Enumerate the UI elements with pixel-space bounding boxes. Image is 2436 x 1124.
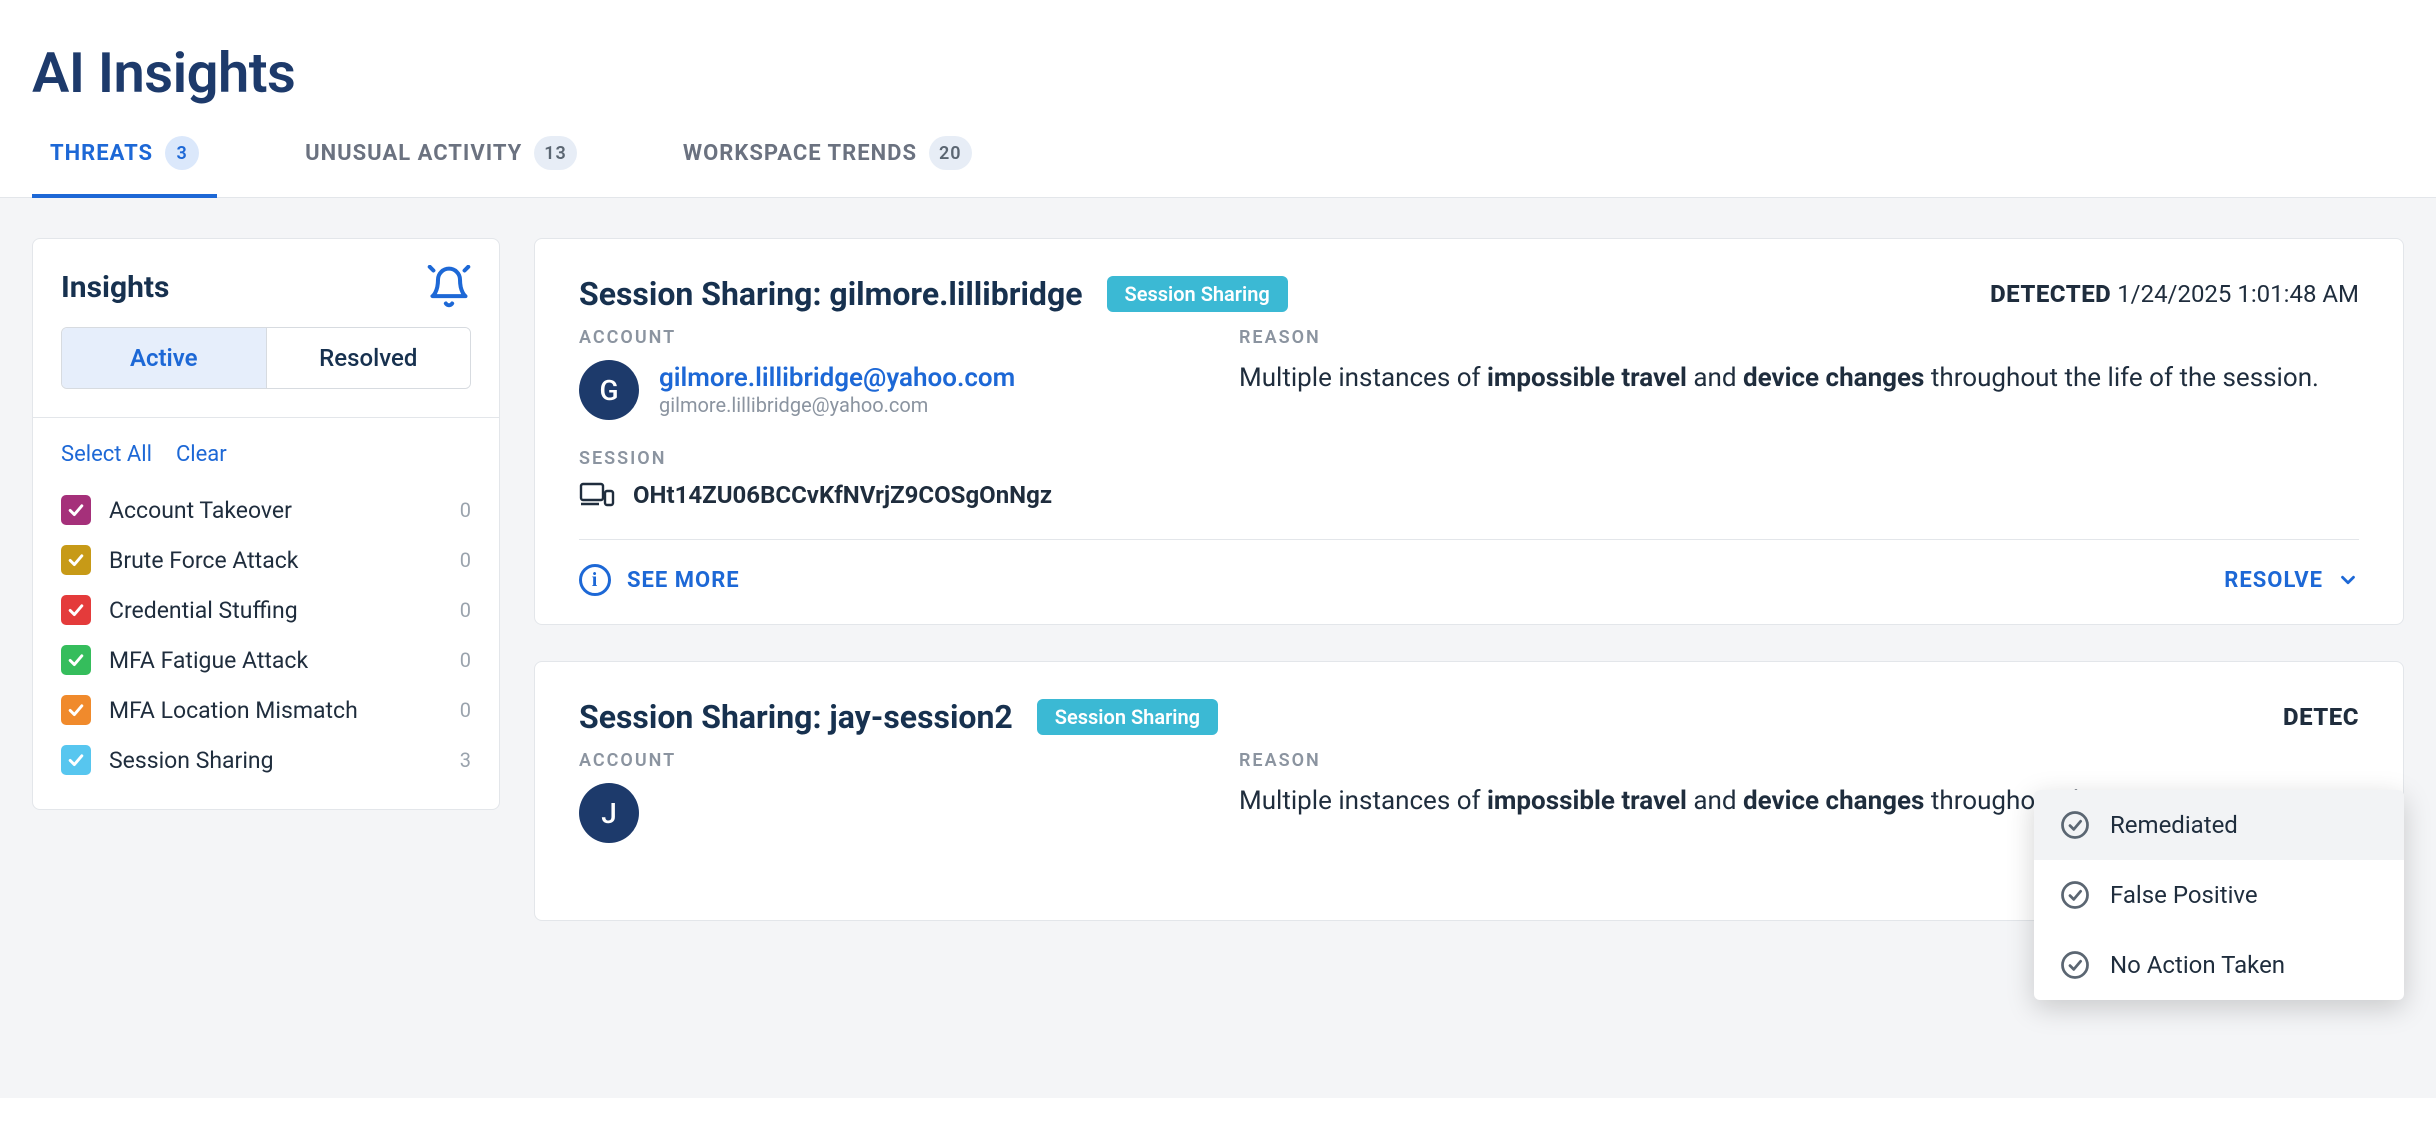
filter-list: Account Takeover0Brute Force Attack0Cred…: [33, 485, 499, 809]
status-toggle: Active Resolved: [61, 327, 471, 389]
filter-row[interactable]: Brute Force Attack 0: [61, 535, 471, 585]
sidebar-title: Insights: [61, 270, 169, 305]
bell-alert-icon[interactable]: [427, 265, 471, 309]
clear-link[interactable]: Clear: [176, 442, 227, 467]
info-icon: i: [579, 564, 611, 596]
account-email-link[interactable]: gilmore.lillibridge@yahoo.com: [659, 363, 1015, 393]
reason-section-label: REASON: [1239, 327, 2359, 348]
tabs: THREATS 3 UNUSUAL ACTIVITY 13 WORKSPACE …: [0, 136, 2436, 198]
card-title: Session Sharing: gilmore.lillibridge: [579, 275, 1083, 313]
tab-threats[interactable]: THREATS 3: [32, 136, 217, 198]
resolve-menu: Remediated False Positive No Action Take…: [2034, 790, 2404, 1000]
filter-label: Brute Force Attack: [109, 547, 298, 574]
select-all-link[interactable]: Select All: [61, 442, 152, 467]
menu-item-false-positive[interactable]: False Positive: [2034, 860, 2404, 930]
card-title: Session Sharing: jay-session2: [579, 698, 1013, 736]
filter-row[interactable]: Credential Stuffing 0: [61, 585, 471, 635]
tab-workspace-trends[interactable]: WORKSPACE TRENDS 20: [665, 136, 990, 198]
toggle-active[interactable]: Active: [62, 328, 267, 388]
avatar: J: [579, 783, 639, 843]
session-id: OHt14ZU06BCCvKfNVrjZ9COSgOnNgz: [633, 481, 1052, 509]
session-section-label: SESSION: [579, 448, 2359, 469]
filter-label: MFA Location Mismatch: [109, 697, 358, 724]
checkbox-icon[interactable]: [61, 645, 91, 675]
reason-section-label: REASON: [1239, 750, 2359, 771]
insights-sidebar: Insights Active Resolved Select All Clea…: [32, 238, 500, 810]
tab-badge: 13: [534, 136, 577, 170]
check-circle-icon: [2060, 810, 2090, 840]
toggle-resolved[interactable]: Resolved: [267, 328, 471, 388]
detected-label: DETEC: [2283, 703, 2359, 731]
tab-badge: 3: [165, 136, 199, 170]
checkbox-icon[interactable]: [61, 595, 91, 625]
menu-item-label: Remediated: [2110, 811, 2238, 839]
filter-row[interactable]: Account Takeover 0: [61, 485, 471, 535]
detected-timestamp: DETECTED 1/24/2025 1:01:48 AM: [1990, 280, 2359, 308]
detected-time: 1/24/2025 1:01:48 AM: [2117, 280, 2359, 308]
filter-count: 0: [460, 498, 471, 522]
account-section-label: ACCOUNT: [579, 327, 1179, 348]
tab-label: THREATS: [50, 141, 153, 166]
filter-row[interactable]: Session Sharing 3: [61, 735, 471, 785]
resolve-button[interactable]: RESOLVE: [2224, 568, 2359, 593]
threat-type-chip: Session Sharing: [1107, 276, 1288, 312]
filter-label: Credential Stuffing: [109, 597, 298, 624]
see-more-button[interactable]: i SEE MORE: [579, 564, 740, 596]
tab-label: UNUSUAL ACTIVITY: [305, 141, 522, 166]
filter-label: MFA Fatigue Attack: [109, 647, 308, 674]
devices-icon: [579, 481, 615, 509]
filter-count: 0: [460, 548, 471, 572]
menu-item-remediated[interactable]: Remediated: [2034, 790, 2404, 860]
filter-count: 0: [460, 648, 471, 672]
tab-badge: 20: [929, 136, 972, 170]
filter-row[interactable]: MFA Fatigue Attack 0: [61, 635, 471, 685]
menu-item-label: No Action Taken: [2110, 951, 2285, 979]
filter-count: 0: [460, 698, 471, 722]
detected-timestamp: DETEC: [2283, 703, 2359, 731]
threat-cards: Session Sharing: gilmore.lillibridge Ses…: [534, 238, 2404, 1058]
see-more-label: SEE MORE: [627, 568, 740, 593]
resolve-label: RESOLVE: [2224, 568, 2323, 593]
menu-item-no-action[interactable]: No Action Taken: [2034, 930, 2404, 1000]
page-title: AI Insights: [0, 0, 2436, 136]
detected-label: DETECTED: [1990, 280, 2111, 308]
check-circle-icon: [2060, 880, 2090, 910]
checkbox-icon[interactable]: [61, 745, 91, 775]
threat-card: Session Sharing: gilmore.lillibridge Ses…: [534, 238, 2404, 625]
check-circle-icon: [2060, 950, 2090, 980]
filter-label: Session Sharing: [109, 747, 274, 774]
menu-item-label: False Positive: [2110, 881, 2258, 909]
checkbox-icon[interactable]: [61, 495, 91, 525]
chevron-down-icon: [2337, 569, 2359, 591]
checkbox-icon[interactable]: [61, 545, 91, 575]
avatar: G: [579, 360, 639, 420]
reason-text: Multiple instances of impossible travel …: [1239, 360, 2359, 398]
threat-type-chip: Session Sharing: [1037, 699, 1218, 735]
filter-count: 0: [460, 598, 471, 622]
account-section-label: ACCOUNT: [579, 750, 1179, 771]
tab-label: WORKSPACE TRENDS: [683, 141, 917, 166]
filter-row[interactable]: MFA Location Mismatch 0: [61, 685, 471, 735]
account-subemail: gilmore.lillibridge@yahoo.com: [659, 393, 1015, 417]
filter-count: 3: [460, 748, 471, 772]
checkbox-icon[interactable]: [61, 695, 91, 725]
filter-label: Account Takeover: [109, 497, 292, 524]
tab-unusual-activity[interactable]: UNUSUAL ACTIVITY 13: [287, 136, 595, 198]
